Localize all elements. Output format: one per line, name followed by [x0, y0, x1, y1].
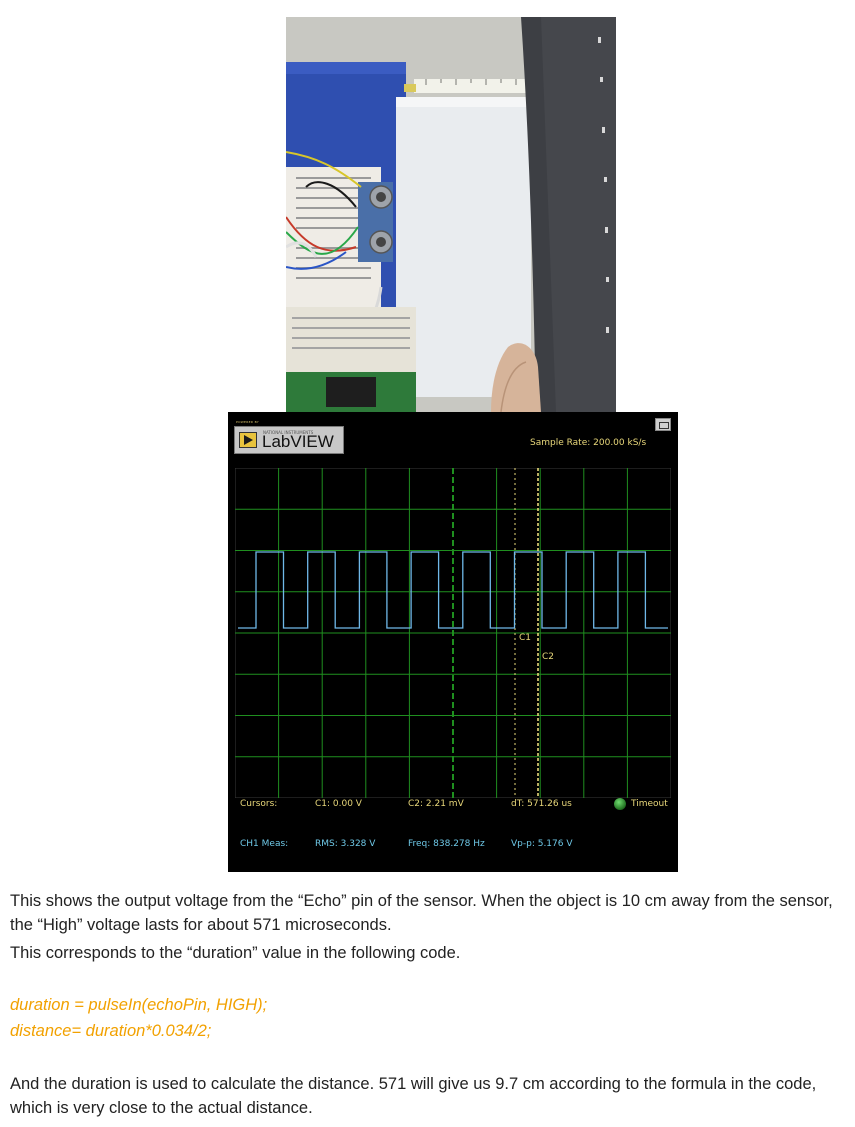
- code-line-duration: duration = pulseIn(echoPin, HIGH);: [10, 996, 268, 1014]
- cursor-c1-label: C1: [519, 633, 531, 643]
- labview-mark-icon: [239, 432, 257, 448]
- labview-logo: POWERED BY NATIONAL INSTRUMENTS LabVIEW: [234, 420, 344, 454]
- code-line-distance: distance= duration*0.034/2;: [10, 1022, 212, 1040]
- cursor-dt-value: dT: 571.26 us: [511, 799, 572, 809]
- paragraph-distance: And the duration is used to calculate th…: [10, 1075, 817, 1117]
- powered-by-text: POWERED BY: [236, 420, 260, 424]
- vpp-value: Vp-p: 5.176 V: [511, 839, 573, 849]
- cursors-label: Cursors:: [240, 799, 278, 809]
- labview-logo-text: LabVIEW: [262, 432, 334, 451]
- sample-rate: Sample Rate: 200.00 kS/s: [530, 438, 647, 448]
- labview-oscilloscope: POWERED BY NATIONAL INSTRUMENTS LabVIEW …: [228, 412, 678, 872]
- sensor-setup-photo: [286, 17, 616, 412]
- timeout-indicator-icon: [614, 798, 626, 810]
- timeout-label: Timeout: [631, 799, 668, 809]
- cursor-c2-label: C2: [542, 652, 554, 662]
- scope-graph: C1 C2: [235, 468, 671, 798]
- rms-value: RMS: 3.328 V: [315, 839, 376, 849]
- freq-value: Freq: 838.278 Hz: [408, 839, 485, 849]
- window-icon[interactable]: [655, 418, 671, 431]
- labview-logo-box: NATIONAL INSTRUMENTS LabVIEW: [234, 426, 344, 454]
- cursor-c2-value: C2: 2.21 mV: [408, 799, 464, 809]
- paragraph-explanation: This shows the output voltage from the “…: [10, 892, 833, 934]
- ch1-meas-label: CH1 Meas:: [240, 839, 289, 849]
- paragraph-duration: This corresponds to the “duration” value…: [10, 944, 461, 962]
- cursor-c1-value: C1: 0.00 V: [315, 799, 362, 809]
